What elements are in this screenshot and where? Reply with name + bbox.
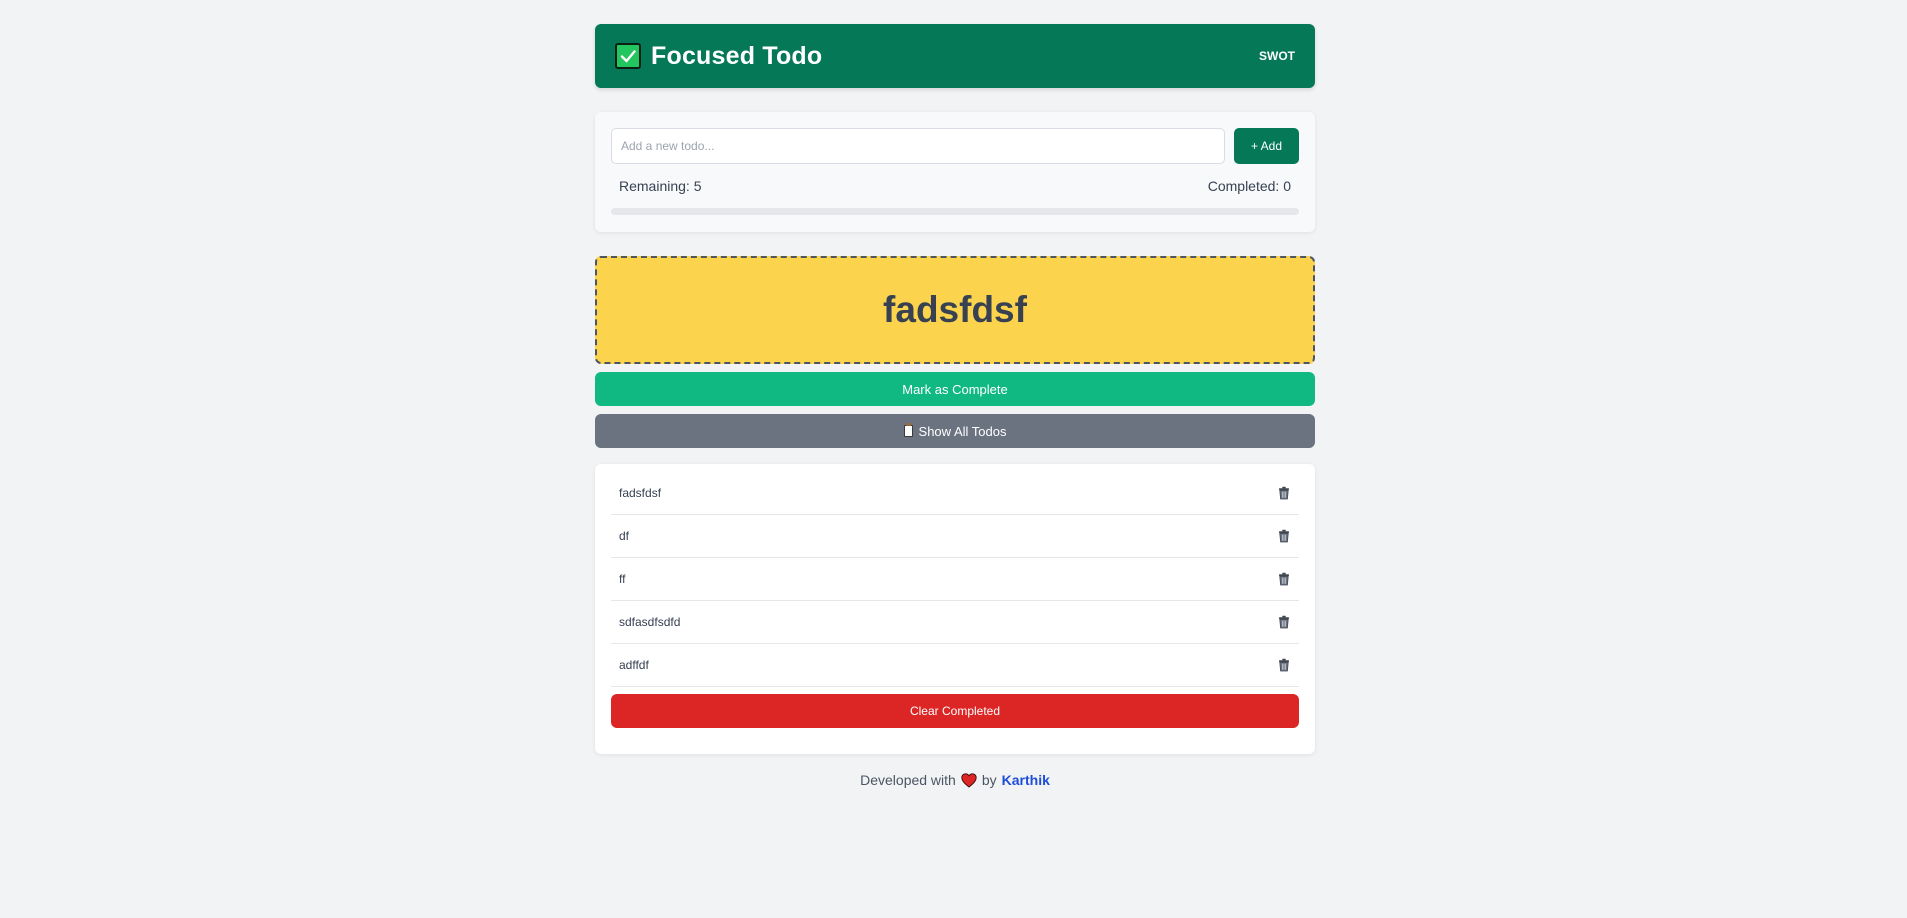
footer-prefix: Developed with: [860, 772, 956, 788]
todo-stats: Remaining: 5 Completed: 0: [611, 178, 1299, 194]
mark-complete-label: Mark as Complete: [902, 381, 1008, 397]
trash-icon: [1279, 529, 1289, 543]
focus-todo-text: fadsfdsf: [883, 289, 1027, 330]
app-root: Focused Todo SWOT + Add Remaining: 5 Com…: [0, 0, 1907, 918]
footer-by: by: [981, 772, 997, 788]
list-item: ff: [611, 558, 1299, 601]
list-item: sdfasdfsdfd: [611, 601, 1299, 644]
progress-bar: [611, 208, 1299, 215]
todo-list: fadsfdsf df ff sdfasdfsdfd adffdf: [611, 472, 1299, 687]
delete-button[interactable]: [1277, 658, 1291, 672]
add-button[interactable]: + Add: [1234, 128, 1299, 164]
delete-button[interactable]: [1277, 529, 1291, 543]
todo-text: adffdf: [619, 658, 649, 672]
list-item: adffdf: [611, 644, 1299, 687]
focus-card: fadsfdsf: [595, 256, 1315, 364]
todo-text: sdfasdfsdfd: [619, 615, 681, 629]
show-all-todos-button[interactable]: Show All Todos: [595, 414, 1315, 448]
list-item: df: [611, 515, 1299, 558]
swot-link[interactable]: SWOT: [1259, 49, 1295, 63]
footer: Developed with by Karthik: [595, 770, 1315, 790]
show-all-label: Show All Todos: [918, 423, 1007, 439]
checkmark-icon: [615, 43, 641, 69]
clear-completed-button[interactable]: Clear Completed: [611, 694, 1299, 728]
trash-icon: [1279, 572, 1289, 586]
brand: Focused Todo: [615, 42, 822, 71]
delete-button[interactable]: [1277, 615, 1291, 629]
todo-input[interactable]: [611, 128, 1225, 164]
todo-text: ff: [619, 572, 626, 586]
delete-button[interactable]: [1277, 486, 1291, 500]
mark-complete-button[interactable]: Mark as Complete: [595, 372, 1315, 406]
author-link[interactable]: Karthik: [1002, 772, 1050, 788]
clipboard-icon: [903, 423, 913, 437]
trash-icon: [1279, 486, 1289, 500]
todo-text: df: [619, 529, 630, 543]
app-header: Focused Todo SWOT: [595, 24, 1315, 88]
completed-count: Completed: 0: [1207, 178, 1291, 194]
delete-button[interactable]: [1277, 572, 1291, 586]
trash-icon: [1279, 615, 1289, 629]
heart-icon: [961, 772, 977, 788]
add-todo-row: + Add: [611, 128, 1299, 164]
add-todo-card: + Add Remaining: 5 Completed: 0: [595, 112, 1315, 232]
todo-list-card: fadsfdsf df ff sdfasdfsdfd adffdf Clear …: [595, 464, 1315, 754]
trash-icon: [1279, 658, 1289, 672]
remaining-count: Remaining: 5: [619, 178, 702, 194]
list-item: fadsfdsf: [611, 472, 1299, 515]
todo-text: fadsfdsf: [619, 486, 662, 500]
app-title: Focused Todo: [651, 41, 823, 70]
